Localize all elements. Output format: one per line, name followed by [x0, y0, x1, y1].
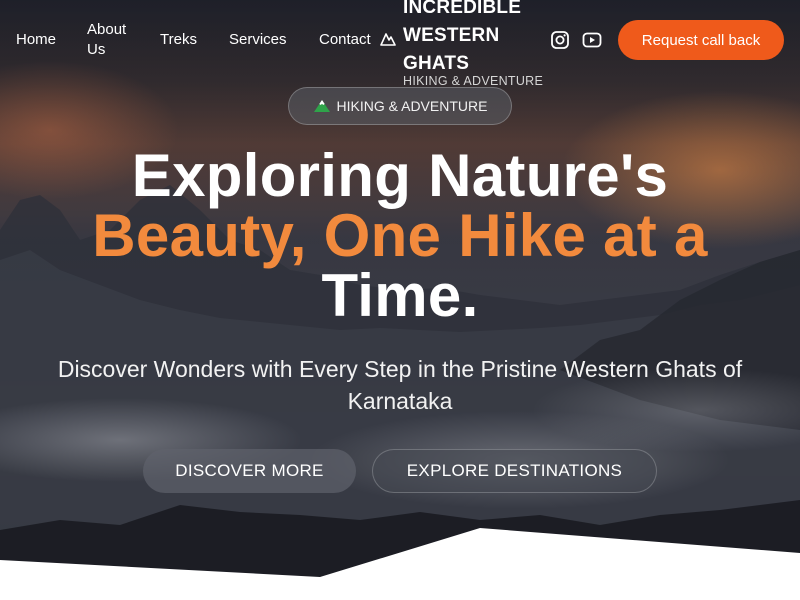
hero-badge-label: HIKING & ADVENTURE — [336, 98, 488, 114]
hero-headline: Exploring Nature's Beauty, One Hike at a… — [0, 146, 800, 326]
brand-title[interactable]: INCREDIBLE WESTERN GHATS — [403, 0, 553, 78]
nav-home[interactable]: Home — [16, 30, 56, 50]
main-navigation: Home About Us Treks Services Contact INC… — [0, 0, 800, 88]
hero-headline-accent: Beauty, One Hike at a — [92, 202, 708, 269]
discover-more-button[interactable]: DISCOVER MORE — [143, 449, 356, 493]
hero-headline-line3: Time. — [321, 262, 479, 329]
nav-services[interactable]: Services — [229, 30, 287, 50]
nav-about-us[interactable]: About Us — [87, 20, 137, 60]
nav-contact[interactable]: Contact — [319, 30, 371, 50]
youtube-icon[interactable] — [582, 30, 602, 50]
nav-treks[interactable]: Treks — [160, 30, 197, 50]
instagram-icon[interactable] — [550, 30, 570, 50]
mountain-outline-icon — [380, 33, 396, 46]
brand-subtitle: HIKING & ADVENTURE — [403, 74, 544, 88]
explore-destinations-button[interactable]: EXPLORE DESTINATIONS — [372, 449, 657, 493]
hero-subheadline: Discover Wonders with Every Step in the … — [57, 356, 743, 414]
hero-badge: HIKING & ADVENTURE — [288, 87, 512, 125]
hero-headline-line1: Exploring Nature's — [131, 142, 669, 209]
request-callback-button[interactable]: Request call back — [618, 20, 784, 60]
mountain-snow-icon — [313, 100, 330, 112]
